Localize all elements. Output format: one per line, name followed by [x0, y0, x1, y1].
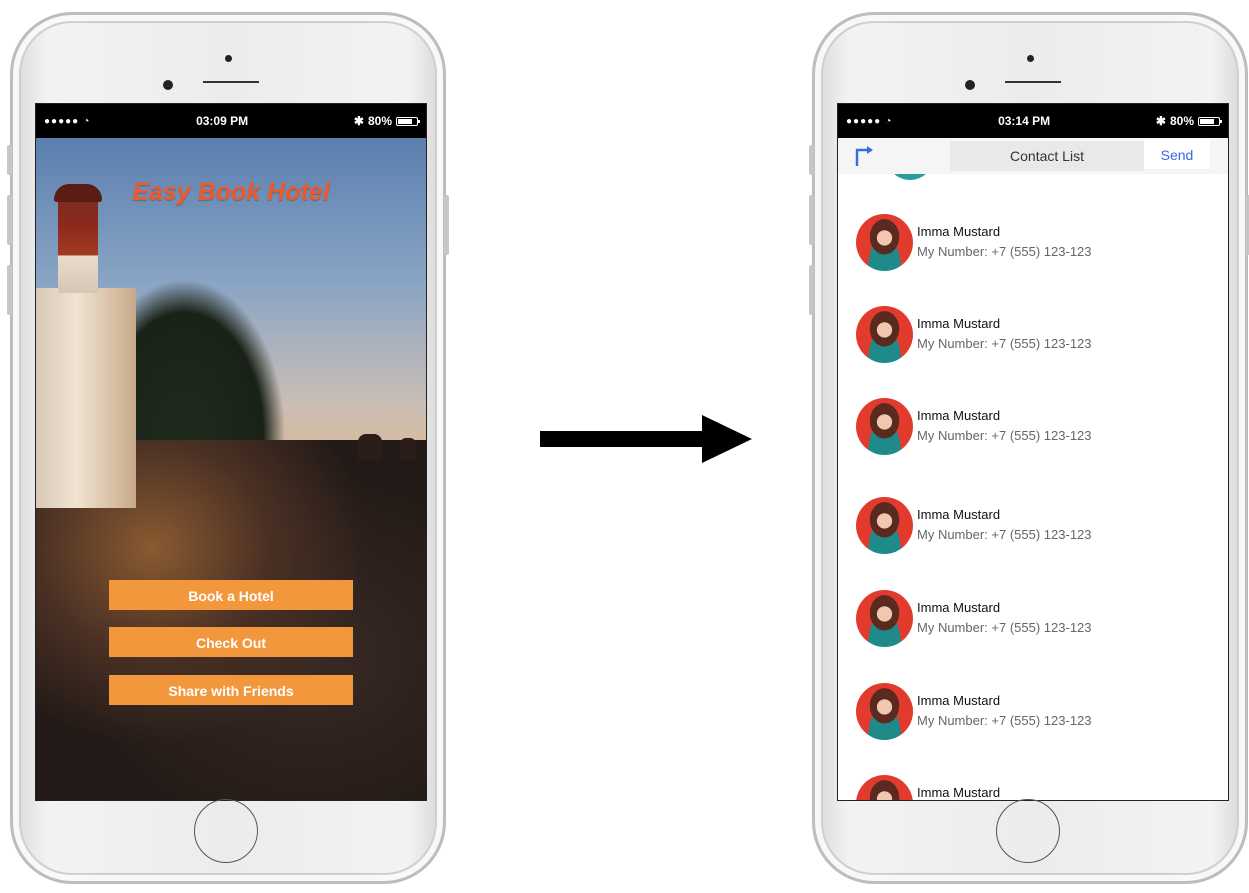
volume-up-button: [809, 195, 814, 245]
list-item[interactable]: Imma Mustard: [856, 775, 1196, 800]
sea-stack: [400, 438, 416, 460]
status-time: 03:14 PM: [998, 114, 1051, 128]
check-out-button[interactable]: Check Out: [109, 627, 353, 657]
book-hotel-button[interactable]: Book a Hotel: [109, 580, 353, 610]
list-item[interactable]: Imma Mustard My Number: +7 (555) 123-123: [856, 590, 1196, 650]
battery-status: ✱ 80%: [353, 114, 420, 128]
wifi-icon: ◔: [885, 115, 893, 127]
contact-number: My Number: +7 (555) 123-123: [917, 620, 1092, 635]
proximity-sensor: [965, 80, 975, 90]
battery-icon: [1198, 116, 1222, 126]
nav-title: Contact List: [950, 141, 1144, 171]
avatar: [856, 775, 913, 800]
earpiece-speaker: [1005, 81, 1061, 83]
avatar: [856, 497, 913, 554]
battery-percent: 80%: [1169, 114, 1194, 128]
avatar: [856, 214, 913, 271]
contact-number: My Number: +7 (555) 123-123: [917, 244, 1092, 259]
list-item[interactable]: Imma Mustard My Number: +7 (555) 123-123: [856, 683, 1196, 743]
contact-number: My Number: +7 (555) 123-123: [917, 336, 1092, 351]
nav-bar: Contact List Send: [838, 138, 1228, 174]
battery-fill: [1200, 118, 1214, 124]
avatar: [856, 683, 913, 740]
mute-switch: [809, 145, 814, 175]
status-bar: ●●●●● ◔ 03:09 PM ✱ 80%: [36, 104, 426, 138]
contact-name: Imma Mustard: [917, 507, 1001, 522]
bluetooth-icon: ✱: [1155, 114, 1166, 128]
avatar: [856, 590, 913, 647]
contact-number: My Number: +7 (555) 123-123: [917, 428, 1092, 443]
battery-icon: [396, 116, 420, 126]
lighthouse-tower: [36, 288, 136, 508]
home-button[interactable]: [194, 799, 258, 863]
front-camera: [1027, 55, 1034, 62]
phone-left: ●●●●● ◔ 03:09 PM ✱ 80% Easy Book Hotel B…: [7, 12, 449, 884]
signal-dots: ●●●●●: [846, 115, 882, 127]
avatar: [886, 174, 934, 180]
battery-percent: 80%: [367, 114, 392, 128]
signal-icon: ●●●●● ◔: [44, 116, 90, 127]
avatar: [856, 398, 913, 455]
contact-name: Imma Mustard: [917, 224, 1001, 239]
lighthouse-lantern: [58, 198, 98, 293]
contact-name: Imma Mustard: [917, 693, 1001, 708]
signal-icon: ●●●●● ◔: [846, 116, 892, 127]
send-button[interactable]: Send: [1144, 139, 1210, 169]
contact-name: Imma Mustard: [917, 785, 1001, 800]
sea-stack: [358, 434, 382, 460]
battery-fill: [398, 118, 412, 124]
battery-status: ✱ 80%: [1155, 114, 1222, 128]
lighthouse-background-image: Easy Book Hotel Book a Hotel Check Out S…: [36, 138, 426, 800]
home-button[interactable]: [996, 799, 1060, 863]
power-button: [444, 195, 449, 255]
list-item[interactable]: Imma Mustard My Number: +7 (555) 123-123: [856, 497, 1196, 557]
volume-up-button: [7, 195, 12, 245]
mute-switch: [7, 145, 12, 175]
wifi-icon: ◔: [83, 115, 91, 127]
status-time: 03:09 PM: [196, 114, 249, 128]
right-screen: ●●●●● ◔ 03:14 PM ✱ 80% Contact List Send…: [837, 103, 1229, 801]
signal-dots: ●●●●●: [44, 115, 80, 127]
share-friends-button[interactable]: Share with Friends: [109, 675, 353, 705]
earpiece-speaker: [203, 81, 259, 83]
phone-right: ●●●●● ◔ 03:14 PM ✱ 80% Contact List Send…: [809, 12, 1249, 884]
contact-list[interactable]: Imma Mustard My Number: +7 (555) 123-123…: [838, 174, 1228, 800]
flow-arrow-icon: [540, 415, 752, 463]
contact-number: My Number: +7 (555) 123-123: [917, 713, 1092, 728]
volume-down-button: [7, 265, 12, 315]
avatar: [856, 306, 913, 363]
proximity-sensor: [163, 80, 173, 90]
list-item[interactable]: Imma Mustard My Number: +7 (555) 123-123: [856, 306, 1196, 366]
app-title: Easy Book Hotel: [132, 178, 330, 206]
front-camera: [225, 55, 232, 62]
contact-number: My Number: +7 (555) 123-123: [917, 527, 1092, 542]
contact-name: Imma Mustard: [917, 600, 1001, 615]
contact-name: Imma Mustard: [917, 408, 1001, 423]
contact-name: Imma Mustard: [917, 316, 1001, 331]
volume-down-button: [809, 265, 814, 315]
list-item[interactable]: Imma Mustard My Number: +7 (555) 123-123: [856, 214, 1196, 274]
bluetooth-icon: ✱: [353, 114, 364, 128]
list-item[interactable]: Imma Mustard My Number: +7 (555) 123-123: [856, 398, 1196, 458]
left-screen: ●●●●● ◔ 03:09 PM ✱ 80% Easy Book Hotel B…: [35, 103, 427, 801]
back-arrow-icon[interactable]: [854, 144, 874, 168]
status-bar: ●●●●● ◔ 03:14 PM ✱ 80%: [838, 104, 1228, 138]
